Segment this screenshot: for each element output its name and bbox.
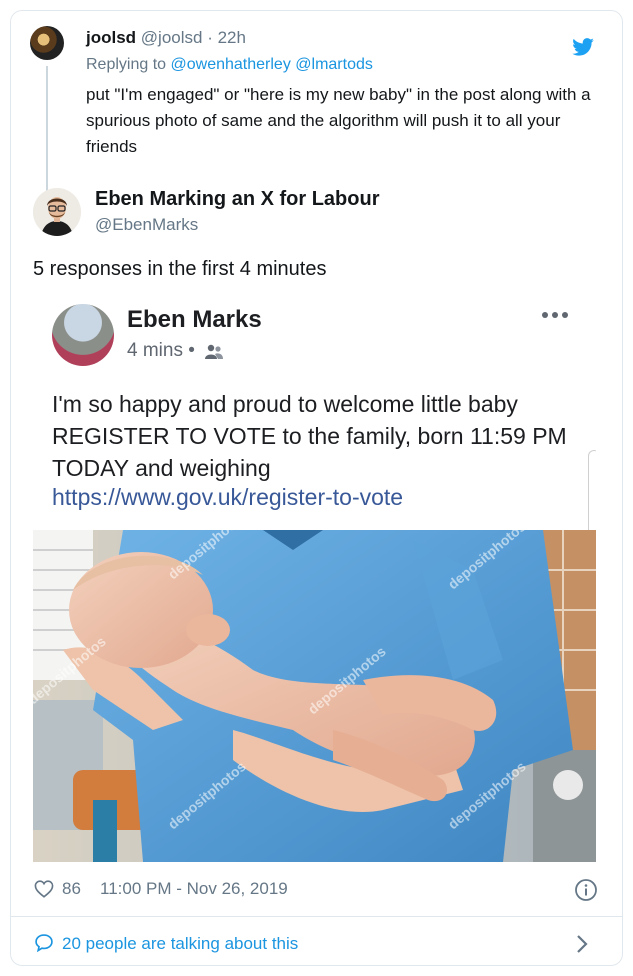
tweet-stats: 86 11:00 PM - Nov 26, 2019	[34, 878, 599, 902]
post-time-dot: •	[182, 340, 195, 361]
reply-author-handle[interactable]: @joolsd	[141, 28, 203, 47]
reply-author-name[interactable]: joolsd	[86, 28, 136, 47]
avatar[interactable]	[30, 26, 64, 60]
replying-to-prefix: Replying to	[86, 56, 171, 73]
mention-link[interactable]: @owenhatherley	[171, 56, 291, 73]
conversation-link[interactable]: 20 people are talking about this	[34, 932, 599, 956]
tweet-timestamp[interactable]: 11:00 PM - Nov 26, 2019	[100, 879, 288, 899]
replying-to: Replying to @owenhatherley @lmartods	[86, 56, 373, 74]
info-icon[interactable]	[574, 878, 598, 902]
divider	[10, 916, 623, 917]
post-author-name: Eben Marks	[127, 306, 262, 333]
post-link: https://www.gov.uk/register-to-vote	[52, 484, 404, 510]
reply-time[interactable]: 22h	[218, 28, 246, 47]
twitter-bird-icon[interactable]	[572, 38, 594, 56]
reply-text: put "I'm engaged" or "here is my new bab…	[86, 85, 591, 156]
post-time-text: 4 mins	[127, 340, 183, 361]
mention-link[interactable]: @lmartods	[295, 56, 373, 73]
speech-bubble-icon	[35, 934, 53, 953]
conversation-label[interactable]: 20 people are talking about this	[62, 934, 298, 954]
thread-line	[46, 66, 48, 206]
heart-icon[interactable]	[34, 880, 54, 898]
embedded-post-image[interactable]: Eben Marks 4 mins • I'm so happy and pro…	[33, 290, 596, 862]
chevron-right-icon[interactable]	[576, 934, 588, 954]
reply-header: joolsd @joolsd · 22h	[86, 28, 246, 48]
post-time: 4 mins •	[127, 340, 195, 362]
friends-icon	[205, 344, 223, 359]
author-handle[interactable]: @EbenMarks	[95, 215, 198, 235]
post-author-avatar	[52, 304, 114, 366]
avatar[interactable]	[33, 188, 81, 236]
baby-photo: depositphotos depositphotos depositphoto…	[33, 530, 596, 862]
meta-separator: ·	[202, 28, 218, 47]
more-horizontal-icon	[542, 312, 568, 318]
author-name[interactable]: Eben Marking an X for Labour	[95, 188, 379, 211]
tweet-text: 5 responses in the first 4 minutes	[33, 258, 327, 280]
like-count[interactable]: 86	[62, 879, 81, 899]
post-text: I'm so happy and proud to welcome little…	[52, 391, 567, 481]
